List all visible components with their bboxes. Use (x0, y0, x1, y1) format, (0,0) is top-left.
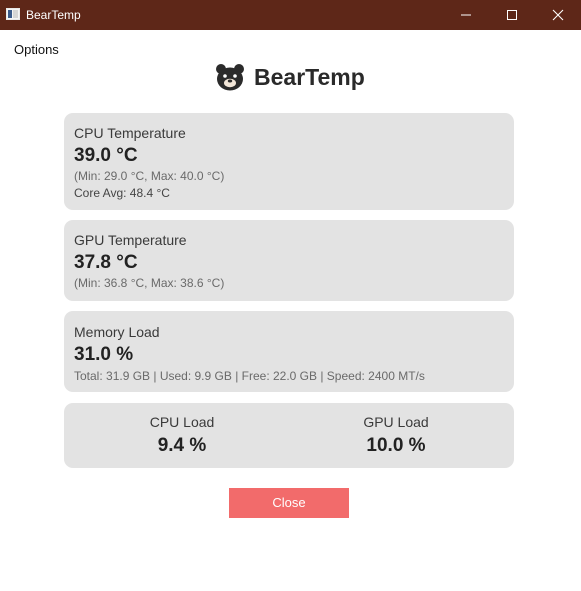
cpu-temperature-card: CPU Temperature 39.0 °C (Min: 29.0 °C, M… (64, 113, 514, 210)
minimize-button[interactable] (443, 0, 489, 30)
title-bar: BearTemp (0, 0, 581, 30)
options-menu[interactable]: Options (14, 42, 59, 58)
cpu-temperature-range: (Min: 29.0 °C, Max: 40.0 °C) (74, 169, 225, 183)
close-button[interactable]: Close (229, 488, 349, 518)
close-icon (552, 9, 564, 21)
bear-icon (216, 64, 244, 91)
memory-load-card: Memory Load 31.0 % Total: 31.9 GB | Used… (64, 311, 514, 392)
gpu-temperature-label: GPU Temperature (74, 232, 187, 248)
cpu-load-value: 9.4 % (157, 435, 207, 456)
cpu-load-label: CPU Load (149, 414, 215, 430)
gpu-load-label: GPU Load (363, 414, 429, 430)
maximize-icon (507, 10, 517, 20)
gpu-temperature-range: (Min: 36.8 °C, Max: 38.6 °C) (74, 276, 225, 290)
app-title: BearTemp (254, 64, 365, 90)
gpu-temperature-value: 37.8 °C (74, 252, 138, 273)
load-summary-card: CPU Load 9.4 % GPU Load 10.0 % (64, 403, 514, 468)
minimize-icon (461, 14, 471, 16)
cpu-temperature-value: 39.0 °C (74, 145, 138, 166)
gpu-temperature-card: GPU Temperature 37.8 °C (Min: 36.8 °C, M… (64, 220, 514, 301)
window-close-button[interactable] (535, 0, 581, 30)
maximize-button[interactable] (489, 0, 535, 30)
memory-details: Total: 31.9 GB | Used: 9.9 GB | Free: 22… (74, 369, 425, 383)
cpu-core-average: Core Avg: 48.4 °C (74, 186, 170, 200)
memory-load-value: 31.0 % (74, 344, 134, 365)
memory-load-label: Memory Load (74, 324, 160, 340)
app-window-icon (6, 8, 20, 20)
window-title: BearTemp (26, 8, 81, 22)
gpu-load-value: 10.0 % (366, 435, 426, 456)
cpu-temperature-label: CPU Temperature (74, 125, 186, 141)
